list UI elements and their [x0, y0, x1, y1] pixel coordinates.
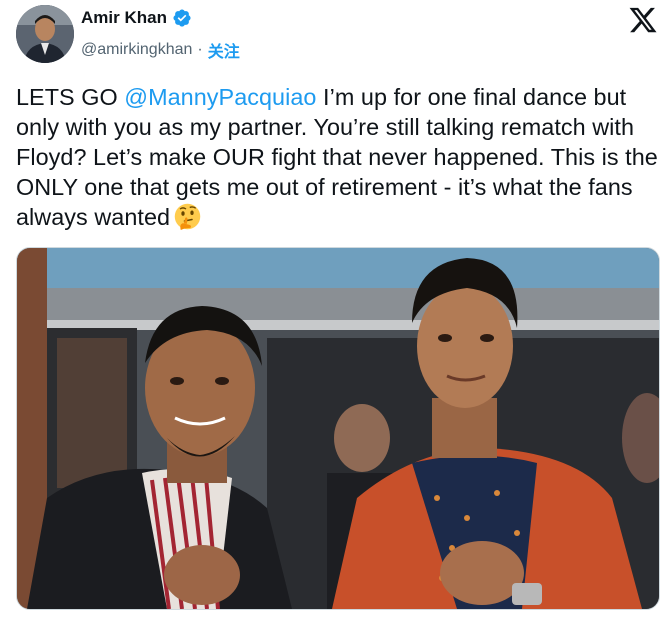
tweet-text-before: LETS GO — [16, 84, 125, 110]
x-logo-icon[interactable] — [628, 5, 658, 35]
photo-two-men-in-jackets-icon — [17, 248, 659, 609]
author-handle-row: @amirkingkhan · 关注 — [81, 38, 240, 62]
follow-button[interactable]: 关注 — [208, 38, 240, 62]
tweet-photo[interactable] — [16, 247, 660, 610]
separator-dot: · — [197, 41, 203, 58]
author-handle[interactable]: @amirkingkhan — [81, 41, 192, 59]
tweet-card[interactable]: Amir Khan @amirkingkhan · 关注 LETS GO @Ma… — [0, 0, 671, 620]
mention-link[interactable]: @MannyPacquiao — [124, 84, 316, 110]
author-name-row: Amir Khan — [81, 8, 192, 28]
profile-photo-icon — [16, 5, 74, 63]
thinking-face-emoji-icon — [174, 203, 201, 230]
tweet-text: LETS GO @MannyPacquiao I’m up for one fi… — [16, 82, 661, 232]
verified-badge-icon — [173, 9, 191, 27]
author-display-name[interactable]: Amir Khan — [81, 8, 167, 28]
avatar[interactable] — [16, 5, 74, 63]
